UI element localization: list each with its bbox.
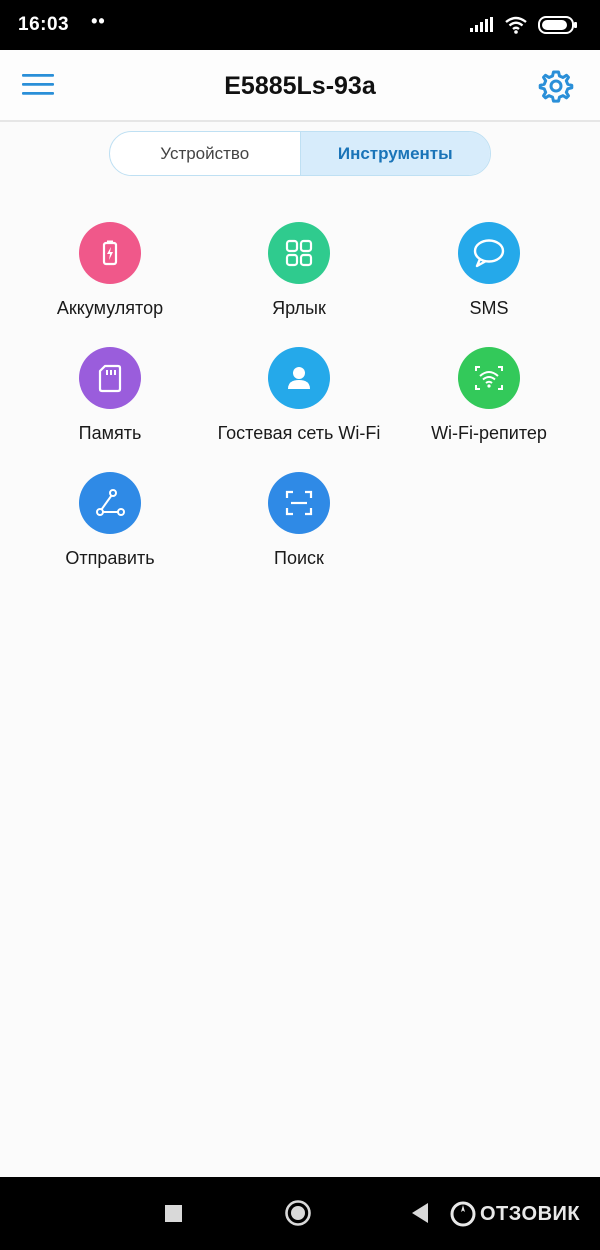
battery-icon	[79, 222, 141, 284]
tool-guest-wifi[interactable]: Гостевая сеть Wi-Fi	[199, 347, 399, 444]
recent-apps-button[interactable]	[165, 1205, 182, 1222]
app-header: E5885Ls-93a	[0, 50, 600, 122]
tool-memory[interactable]: Память	[10, 347, 210, 444]
watermark-text: ОТЗОВИК	[480, 1202, 581, 1225]
status-bar: 16:03 ••	[0, 0, 600, 50]
tool-send-label: Отправить	[65, 548, 155, 568]
home-button[interactable]	[284, 1199, 312, 1227]
watermark: ОТЗОВИК	[450, 1201, 580, 1227]
sd-card-icon	[79, 347, 141, 409]
tool-search-label: Поиск	[274, 548, 324, 568]
signal-icon	[470, 17, 493, 32]
grid-shortcut-icon	[268, 222, 330, 284]
tool-shortcut[interactable]: Ярлык	[199, 222, 399, 319]
battery-status-icon	[538, 16, 577, 34]
share-send-icon	[79, 472, 141, 534]
message-bubble-icon	[458, 222, 520, 284]
wifi-repeater-icon	[458, 347, 520, 409]
system-nav-bar: ОТЗОВИК	[0, 1177, 600, 1250]
watermark-logo-icon	[450, 1201, 476, 1227]
tool-sms-label: SMS	[469, 298, 509, 318]
tool-wifi-repeater-label: Wi-Fi-репитер	[431, 423, 547, 443]
page-title: E5885Ls-93a	[224, 72, 376, 100]
tool-sms[interactable]: SMS	[389, 222, 589, 319]
tool-guest-wifi-label: Гостевая сеть Wi-Fi	[217, 423, 381, 443]
tab-device[interactable]: Устройство	[110, 132, 300, 175]
tool-battery[interactable]: Аккумулятор	[10, 222, 210, 319]
back-triangle-icon	[412, 1203, 428, 1223]
gear-icon	[538, 70, 574, 103]
status-right	[470, 15, 578, 35]
settings-button[interactable]	[538, 68, 576, 106]
scan-search-icon	[268, 472, 330, 534]
back-button[interactable]	[410, 1202, 430, 1224]
tab-switcher: Устройство Инструменты	[109, 131, 491, 176]
tool-battery-label: Аккумулятор	[56, 298, 164, 318]
tool-memory-label: Память	[78, 423, 142, 443]
tool-shortcut-label: Ярлык	[272, 298, 326, 318]
tool-search[interactable]: Поиск	[199, 472, 399, 569]
status-clock: 16:03	[18, 14, 70, 35]
home-circle-icon	[285, 1200, 311, 1226]
notification-dots: ••	[91, 10, 106, 31]
tab-tools[interactable]: Инструменты	[299, 132, 490, 175]
wifi-status-icon	[505, 16, 527, 34]
guest-user-icon	[268, 347, 330, 409]
tool-send[interactable]: Отправить	[10, 472, 210, 569]
tool-wifi-repeater[interactable]: Wi-Fi-репитер	[389, 347, 589, 444]
status-left: 16:03 ••	[18, 10, 106, 36]
